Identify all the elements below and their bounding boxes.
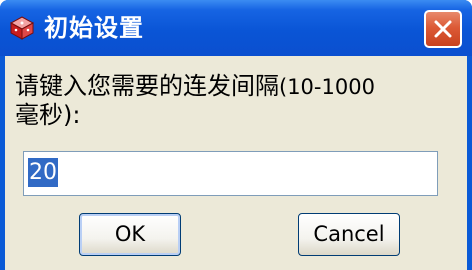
window-title: 初始设置 <box>44 14 144 42</box>
prompt-main-text: 请键入您需要的连发间隔 <box>15 72 279 100</box>
prompt-range-text: (10-1000 <box>279 75 375 99</box>
interval-input[interactable]: 20 <box>23 151 438 196</box>
prompt-label: 请键入您需要的连发间隔(10-1000 毫秒): <box>15 72 461 129</box>
dialog-window: 初始设置 请键入您需要的连发间隔(10-1000 毫秒): 20 OK Canc… <box>0 0 472 270</box>
close-x-icon <box>434 20 452 38</box>
title-bar[interactable]: 初始设置 <box>0 0 472 56</box>
interval-input-value: 20 <box>28 158 58 187</box>
cancel-button[interactable]: Cancel <box>298 213 400 256</box>
close-button[interactable] <box>424 10 462 48</box>
dialog-body: 请键入您需要的连发间隔(10-1000 毫秒): 20 OK Cancel <box>5 56 467 270</box>
ok-button[interactable]: OK <box>79 213 181 256</box>
app-cube-icon <box>9 16 35 40</box>
prompt-line2-text: 毫秒): <box>15 101 81 129</box>
